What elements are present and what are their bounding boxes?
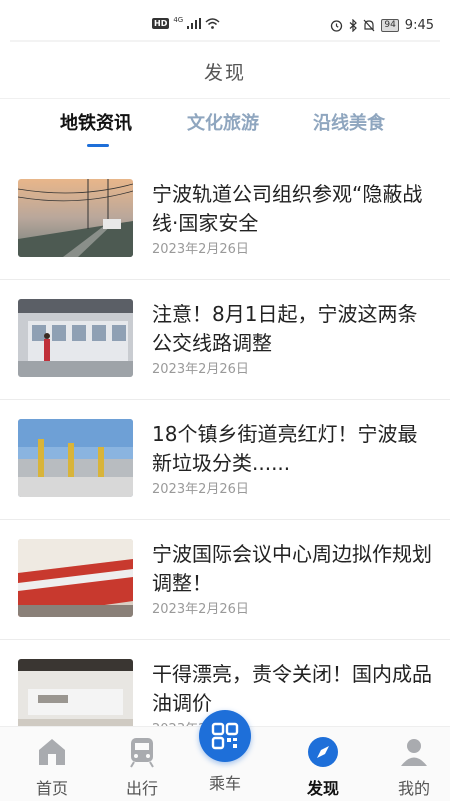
news-title: 宁波轨道公司组织参观“隐蔽战线·国家安全 — [152, 182, 423, 235]
compass-icon — [308, 737, 338, 767]
nav-home-label: 首页 — [35, 779, 68, 798]
top-divider — [10, 40, 440, 42]
news-title: 干得漂亮，责令关闭！国内成品油调价 — [152, 662, 432, 715]
news-thumbnail — [18, 299, 133, 377]
qr-code-icon — [211, 722, 239, 750]
battery-indicator: 94 — [381, 19, 399, 32]
tab-bar: 地铁资讯 文化旅游 沿线美食 — [0, 108, 450, 150]
tab-food-along-line[interactable]: 沿线美食 — [313, 108, 385, 140]
tab-metro-news[interactable]: 地铁资讯 — [60, 108, 132, 140]
header-divider — [0, 98, 450, 99]
hd-badge: HD — [152, 18, 170, 29]
nav-travel[interactable]: 出行 — [104, 735, 180, 799]
ride-qr-button[interactable] — [199, 710, 251, 762]
alarm-icon — [331, 20, 343, 32]
page-title: 发现 — [203, 62, 246, 84]
mute-icon — [363, 19, 375, 32]
news-date: 2023年2月26日 — [152, 242, 249, 257]
active-tab-indicator — [87, 144, 109, 147]
network-type: 4G — [173, 15, 184, 24]
status-right: 94 9:45 — [330, 18, 434, 33]
metro-train-icon — [130, 738, 154, 768]
news-thumbnail — [18, 419, 133, 497]
news-item[interactable]: 宁波国际会议中心周边拟作规划调整！ 2023年2月26日 — [0, 520, 450, 640]
signal-icon — [187, 18, 202, 29]
status-left: HD 4G — [152, 15, 220, 29]
news-item[interactable]: 18个镇乡街道亮红灯！宁波最新垃圾分类...... 2023年2月26日 — [0, 400, 450, 520]
news-title: 注意！8月1日起，宁波这两条公交线路调整 — [152, 302, 418, 355]
news-title: 18个镇乡街道亮红灯！宁波最新垃圾分类...... — [152, 422, 418, 475]
bluetooth-icon — [349, 19, 358, 32]
news-thumbnail — [18, 539, 133, 617]
nav-travel-label: 出行 — [125, 779, 158, 798]
nav-discover-label: 发现 — [306, 779, 339, 798]
news-item[interactable]: 宁波轨道公司组织参观“隐蔽战线·国家安全 2023年2月26日 — [0, 160, 450, 280]
user-icon — [401, 739, 427, 766]
nav-mine-label: 我的 — [397, 779, 430, 798]
news-thumbnail — [18, 179, 133, 257]
news-date: 2023年2月26日 — [152, 362, 249, 377]
news-date: 2023年2月26日 — [152, 482, 249, 497]
home-icon — [39, 739, 65, 765]
news-item[interactable]: 注意！8月1日起，宁波这两条公交线路调整 2023年2月26日 — [0, 280, 450, 400]
nav-home[interactable]: 首页 — [14, 735, 90, 799]
status-bar: HD 4G 94 9:45 — [0, 0, 450, 40]
nav-discover[interactable]: 发现 — [285, 735, 361, 799]
page-header: 发现 — [0, 50, 450, 96]
news-title: 宁波国际会议中心周边拟作规划调整！ — [152, 542, 432, 595]
news-date: 2023年2月26日 — [152, 602, 249, 617]
nav-mine[interactable]: 我的 — [376, 735, 450, 799]
tab-culture-tourism[interactable]: 文化旅游 — [187, 108, 259, 140]
status-time: 9:45 — [404, 18, 434, 33]
wifi-icon — [205, 18, 220, 29]
nav-ride-label[interactable]: 乘车 — [190, 770, 260, 794]
